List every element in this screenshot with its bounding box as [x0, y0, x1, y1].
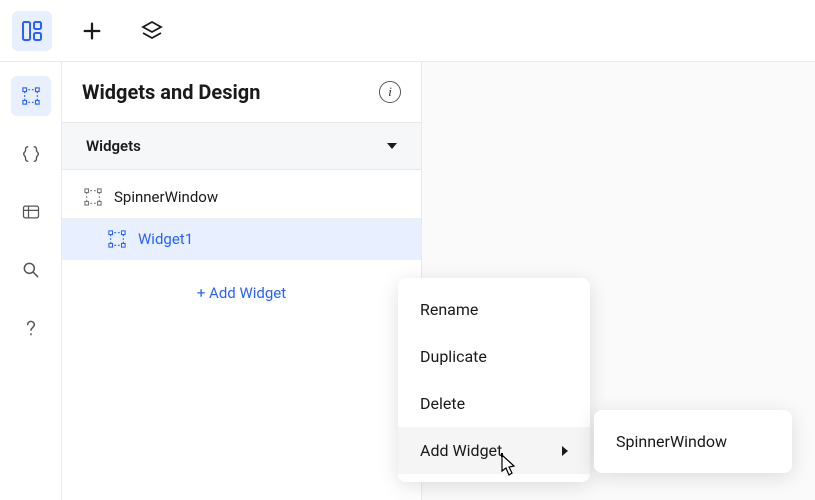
layout-button[interactable] [12, 11, 52, 51]
code-icon [20, 143, 42, 165]
submenu-item-label: SpinnerWindow [616, 432, 727, 451]
context-menu: Rename Duplicate Delete Add Widget [398, 278, 590, 482]
table-icon [21, 202, 41, 222]
chevron-down-icon [387, 143, 397, 149]
tree-item-label: Widget1 [138, 230, 193, 248]
menu-item-delete[interactable]: Delete [398, 380, 590, 427]
tree-item-widget1[interactable]: Widget1 [62, 218, 421, 260]
widgets-section-header[interactable]: Widgets [62, 123, 421, 170]
info-icon[interactable]: i [379, 81, 401, 103]
menu-item-label: Rename [420, 300, 478, 319]
panel-header: Widgets and Design i [62, 62, 421, 123]
sidebar [0, 62, 62, 500]
sidebar-item-search[interactable] [11, 250, 51, 290]
sidebar-item-table[interactable] [11, 192, 51, 232]
add-widget-button[interactable]: + Add Widget [62, 266, 421, 320]
search-icon [21, 260, 41, 280]
submenu-item-spinnerwindow[interactable]: SpinnerWindow [594, 418, 792, 465]
sidebar-item-design[interactable] [11, 76, 51, 116]
widget-icon [108, 230, 126, 248]
sidebar-item-code[interactable] [11, 134, 51, 174]
tree-item-label: SpinnerWindow [114, 188, 218, 206]
menu-item-label: Duplicate [420, 347, 487, 366]
chevron-right-icon [562, 446, 568, 456]
menu-item-label: Add Widget [420, 441, 502, 460]
design-icon [22, 87, 40, 105]
menu-item-rename[interactable]: Rename [398, 286, 590, 333]
tree-item-spinnerwindow[interactable]: SpinnerWindow [62, 176, 421, 218]
sidebar-item-help[interactable] [11, 308, 51, 348]
section-title: Widgets [86, 137, 141, 155]
widgets-tree: SpinnerWindow Widget1 [62, 170, 421, 266]
menu-item-duplicate[interactable]: Duplicate [398, 333, 590, 380]
widget-icon [84, 188, 102, 206]
add-button[interactable] [72, 11, 112, 51]
menu-item-label: Delete [420, 394, 465, 413]
layout-icon [20, 19, 44, 43]
help-icon [21, 318, 41, 338]
topbar [0, 0, 815, 62]
plus-icon [81, 20, 103, 42]
panel-title: Widgets and Design [82, 80, 260, 104]
layers-button[interactable] [132, 11, 172, 51]
menu-item-add-widget[interactable]: Add Widget [398, 427, 590, 474]
widgets-panel: Widgets and Design i Widgets SpinnerWind… [62, 62, 422, 500]
layers-icon [140, 19, 164, 43]
add-widget-submenu: SpinnerWindow [594, 410, 792, 473]
